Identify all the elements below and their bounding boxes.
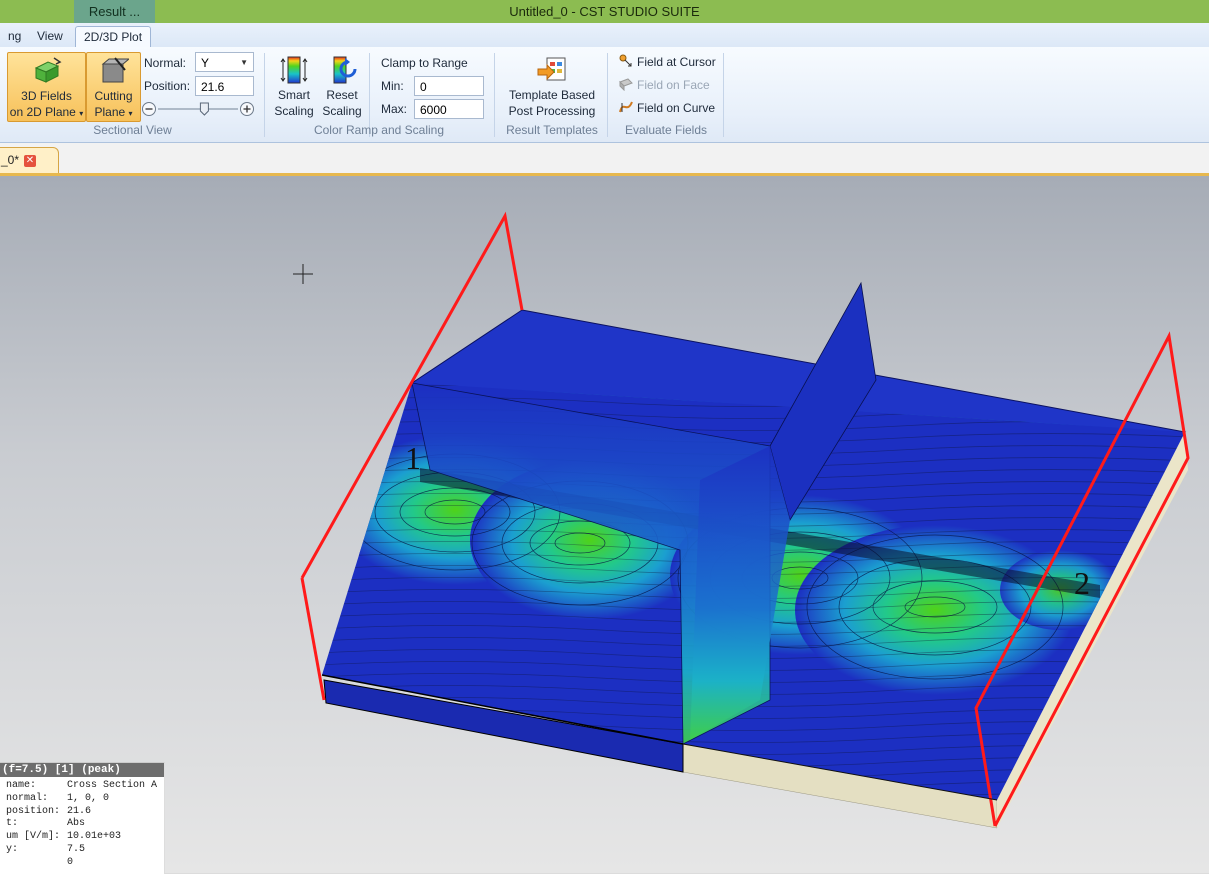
port-label-2: 2: [1074, 565, 1090, 601]
tab-ng[interactable]: ng: [0, 26, 29, 46]
cutting-plane-icon: [99, 56, 130, 86]
reset-scaling-line2: Scaling: [322, 104, 362, 118]
reset-scaling-line1: Reset: [326, 88, 358, 102]
close-icon[interactable]: ✕: [24, 155, 36, 167]
cutting-plane-button[interactable]: Cutting Plane ▾: [86, 52, 141, 122]
template-icon: [537, 55, 567, 85]
min-input[interactable]: 0: [414, 76, 484, 96]
tab-view[interactable]: View: [29, 26, 71, 46]
template-based-post-processing-button[interactable]: Template Based Post Processing: [505, 52, 599, 120]
ribbon-tab-row: ng View 2D/3D Plot: [0, 23, 1209, 48]
smart-scaling-line1: Smart: [277, 88, 310, 102]
group-label-sectional-view: Sectional View: [93, 123, 172, 137]
field-on-curve-button[interactable]: Field on Curve: [619, 99, 715, 117]
group-label-result-templates: Result Templates: [506, 123, 598, 137]
normal-select-value: Y: [201, 56, 210, 70]
info-panel-header: (f=7.5) [1] (peak): [0, 763, 164, 777]
divider: [264, 53, 265, 137]
position-input[interactable]: 21.6: [195, 76, 254, 96]
3d-fields-icon: [32, 56, 62, 86]
smart-scaling-button[interactable]: Smart Scaling: [272, 52, 316, 120]
crosshair-cursor-icon: [293, 264, 313, 284]
document-tab-label: _0*: [1, 153, 20, 167]
title-bar: Untitled_0 - CST STUDIO SUITE: [0, 0, 1209, 23]
result-info-panel: (f=7.5) [1] (peak) name: Cross Section A …: [0, 762, 165, 874]
chevron-down-icon: ▼: [240, 58, 248, 67]
info-row: name: Cross Section A: [6, 780, 158, 791]
context-tab-result[interactable]: Result ...: [74, 0, 155, 23]
3d-fields-on-2d-plane-button[interactable]: 3D Fields on 2D Plane ▾: [7, 52, 86, 122]
reset-scaling-button[interactable]: Reset Scaling: [320, 52, 364, 120]
cursor-probe-icon: [619, 54, 633, 68]
divider: [723, 53, 724, 137]
window-title: Untitled_0 - CST STUDIO SUITE: [509, 4, 700, 19]
info-row: um [V/m]: 10.01e+03: [6, 831, 122, 843]
document-tab[interactable]: _0* ✕: [0, 147, 59, 175]
max-input[interactable]: 6000: [414, 99, 484, 119]
curve-icon: [619, 100, 633, 114]
reset-scaling-icon: [327, 55, 357, 85]
divider: [494, 53, 495, 137]
clamp-to-range-label: Clamp to Range: [381, 56, 468, 70]
divider: [607, 53, 608, 137]
3d-fields-label-line1: 3D Fields: [21, 89, 72, 103]
max-label: Max:: [381, 102, 408, 116]
info-row: t: Abs: [6, 818, 86, 830]
cutting-label-line1: Cutting: [94, 89, 133, 103]
field-on-face-button[interactable]: Field on Face: [619, 76, 710, 94]
group-label-evaluate-fields: Evaluate Fields: [624, 123, 708, 137]
smart-scaling-icon: [279, 55, 309, 85]
smart-scaling-line2: Scaling: [274, 104, 314, 118]
field-on-curve-label: Field on Curve: [637, 101, 716, 115]
field-at-cursor-button[interactable]: Field at Cursor: [619, 53, 716, 71]
3d-viewport[interactable]: 1 2: [0, 176, 1209, 873]
face-icon: [619, 77, 633, 92]
info-row: position: 21.6: [6, 805, 92, 817]
port-label-1: 1: [405, 440, 421, 476]
normal-label: Normal:: [144, 56, 187, 70]
template-line1: Template Based: [508, 88, 596, 102]
field-on-face-label: Field on Face: [637, 78, 710, 92]
position-label: Position:: [144, 79, 191, 93]
cutting-label-line2: Plane ▾: [94, 105, 133, 119]
min-label: Min:: [381, 79, 404, 93]
ribbon-panel: 3D Fields on 2D Plane ▾ Cutting Plane ▾ …: [0, 47, 1209, 143]
normal-select[interactable]: Y ▼: [195, 52, 254, 72]
document-tab-strip: _0* ✕: [0, 143, 1209, 175]
template-line2: Post Processing: [508, 104, 596, 118]
3d-fields-label-line2: on 2D Plane ▾: [9, 105, 84, 119]
field-at-cursor-label: Field at Cursor: [637, 55, 716, 69]
position-slider[interactable]: [141, 101, 255, 117]
info-row: y: 7.5: [6, 843, 86, 855]
info-row: 0: [67, 856, 74, 868]
group-label-color-ramp: Color Ramp and Scaling: [313, 123, 445, 137]
info-row: normal: 1, 0, 0: [6, 792, 110, 804]
tab-2d-3d-plot[interactable]: 2D/3D Plot: [75, 26, 152, 48]
